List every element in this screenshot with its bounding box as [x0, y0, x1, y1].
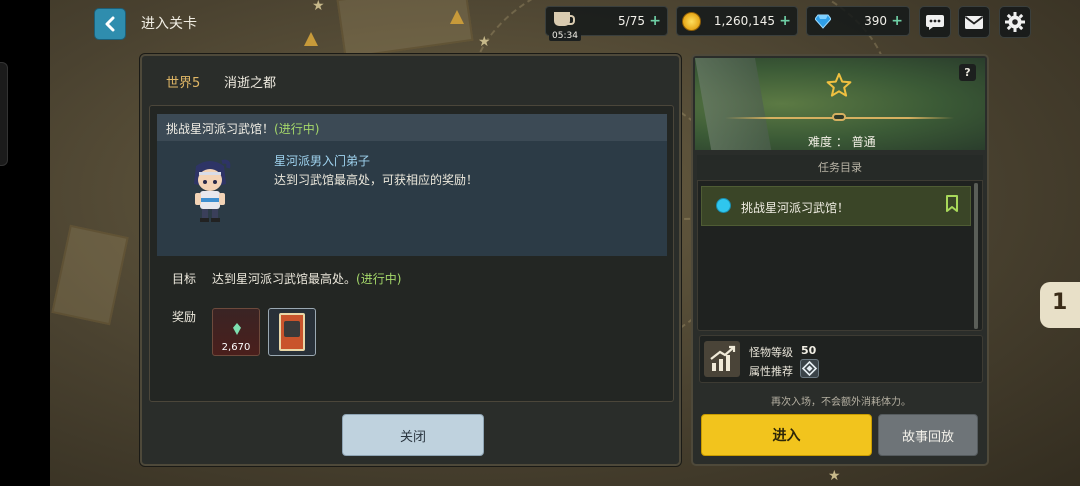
goal-description: 达到星河派习武馆最高处。(进行中) — [212, 270, 401, 287]
reward-quantity: 2,670 — [221, 342, 251, 353]
monster-level-label: 怪物等级 — [749, 346, 793, 359]
add-gem-icon[interactable]: + — [891, 13, 903, 29]
attribute-label: 属性推荐 — [749, 365, 793, 378]
trend-up-icon — [710, 345, 736, 371]
device-bezel — [0, 0, 50, 486]
diamond-shape-icon — [801, 360, 818, 377]
monster-level-value: 50 — [801, 344, 817, 357]
npc-name: 星河派男入门弟子 — [274, 154, 371, 168]
mission-status-dot — [716, 198, 731, 213]
add-gold-icon[interactable]: + — [779, 13, 791, 29]
bookmark-icon[interactable] — [945, 195, 959, 213]
npc-character-sprite — [194, 159, 231, 222]
attribute-recommend-button[interactable] — [800, 359, 819, 378]
device-notch — [0, 62, 8, 166]
reward-item-crystal[interactable]: 2,670 — [212, 308, 260, 356]
quest-title-status: (进行中) — [274, 122, 320, 136]
mission-item-label: 挑战星河派习武馆！ — [741, 201, 850, 215]
chat-button[interactable] — [919, 6, 951, 38]
crystal-icon — [233, 323, 241, 335]
goal-text: 达到星河派习武馆最高处。 — [212, 272, 357, 286]
stamina-timer: 05:34 — [549, 31, 581, 41]
stat-trend-icon-box — [704, 341, 740, 377]
reward-item-card[interactable] — [268, 308, 316, 356]
add-stamina-icon[interactable]: + — [649, 13, 661, 29]
gem-resource[interactable]: 390 + — [806, 6, 910, 36]
mail-icon — [964, 16, 984, 29]
ornament-knot — [832, 113, 846, 121]
stamina-resource[interactable]: 05:34 5/75 + — [545, 6, 668, 41]
gold-value: 1,260,145 — [713, 14, 775, 28]
gear-icon — [1005, 12, 1025, 32]
gem-value: 390 — [864, 14, 887, 28]
reentry-note: 再次入场，不会额外消耗体力。 — [771, 397, 911, 408]
quest-title-text: 挑战星河派习武馆！ — [166, 122, 275, 136]
world-label: 世界5 — [166, 76, 201, 91]
quest-title: 挑战星河派习武馆！(进行中) — [166, 120, 319, 137]
gold-resource[interactable]: 1,260,145 + — [676, 6, 798, 36]
stamina-value: 5/75 — [618, 14, 645, 28]
diamond-icon — [815, 14, 831, 29]
chevron-left-icon — [105, 16, 115, 32]
world-name: 消逝之都 — [224, 76, 277, 91]
mail-button[interactable] — [958, 6, 990, 38]
map-side-stage-tag[interactable]: 1 — [1040, 282, 1080, 328]
mission-scrollbar-thumb[interactable] — [974, 183, 978, 329]
close-button[interactable]: 关闭 — [342, 414, 484, 456]
mission-list-box — [697, 155, 983, 331]
enter-button[interactable]: 进入 — [701, 414, 872, 456]
chat-bubble-icon — [926, 15, 944, 30]
goal-label: 目标 — [172, 272, 197, 286]
settings-button[interactable] — [999, 6, 1031, 38]
back-button[interactable] — [94, 8, 126, 40]
npc-dialogue: 达到习武馆最高处，可获相应的奖励！ — [274, 173, 479, 187]
reward-label: 奖励 — [172, 310, 197, 324]
mission-list-header: 任务目录 — [697, 155, 983, 181]
coffee-cup-icon — [554, 12, 575, 26]
help-button[interactable]: ? — [959, 64, 976, 81]
star-rating-icon — [826, 73, 852, 97]
gold-coin-icon — [682, 12, 701, 31]
story-replay-button[interactable]: 故事回放 — [878, 414, 978, 456]
monster-info-box — [699, 335, 983, 383]
card-icon — [279, 313, 305, 351]
screen-title: 进入关卡 — [141, 16, 197, 32]
difficulty-label: 难度 ： 普通 — [808, 135, 876, 149]
goal-status: (进行中) — [356, 272, 402, 286]
